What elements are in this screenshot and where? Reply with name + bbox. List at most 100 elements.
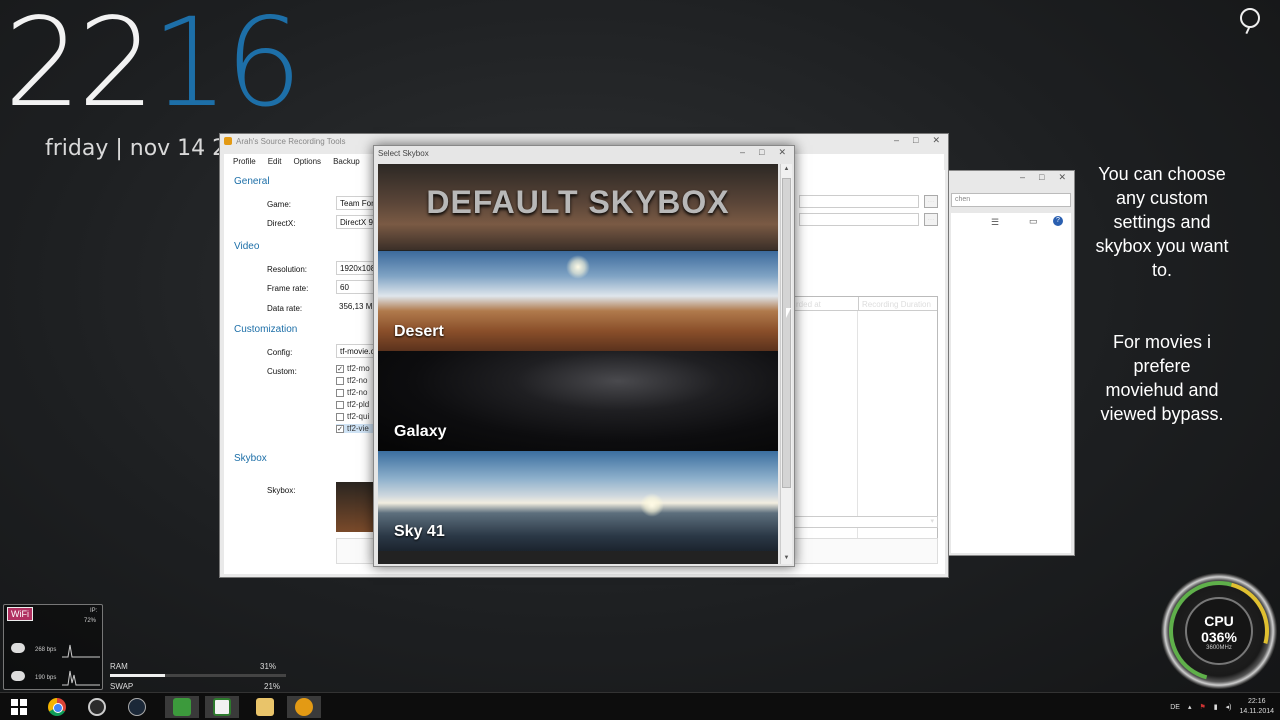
custom-item[interactable]: tf2-pld — [336, 400, 376, 409]
maximize-icon[interactable]: □ — [759, 147, 764, 158]
clock-hours: 22 — [4, 0, 155, 134]
browse-button[interactable]: ... — [924, 195, 938, 208]
resolution-select[interactable]: 1920x108 — [336, 261, 376, 275]
custom-item[interactable]: tf2-no — [336, 376, 376, 385]
app-icon — [224, 137, 232, 145]
folder-icon — [256, 698, 274, 716]
volume-icon[interactable]: ◂) — [1226, 703, 1232, 711]
table-header: rded at Recording Duration — [793, 297, 937, 311]
ram-label: RAM — [110, 662, 128, 671]
sun-glow — [640, 493, 664, 517]
framerate-label: Frame rate: — [267, 284, 309, 293]
media-taskbar-button[interactable] — [80, 696, 114, 718]
section-general: General — [234, 176, 270, 187]
col-recording-duration[interactable]: Recording Duration — [859, 297, 933, 310]
recordings-table[interactable]: rded at Recording Duration — [792, 296, 938, 546]
ram-value: 31% — [260, 662, 277, 671]
datarate-value: 356,13 M — [336, 300, 376, 314]
skybox-item-default[interactable]: DEFAULT SKYBOX — [378, 164, 778, 250]
skybox-scrollbar[interactable]: ▲ ▼ — [780, 164, 792, 564]
overlay-text-2: For movies i prefere moviehud and viewed… — [1100, 332, 1224, 424]
maximize-icon[interactable]: □ — [1039, 172, 1044, 183]
menu-edit[interactable]: Edit — [268, 154, 282, 170]
menu-options[interactable]: Options — [293, 154, 321, 170]
col-recorded-at[interactable]: rded at — [793, 297, 859, 310]
wifi-signal: 72% — [84, 618, 97, 624]
custom-item[interactable]: tf2-qui — [336, 412, 376, 421]
scroll-up-icon[interactable]: ▲ — [781, 164, 792, 175]
language-indicator[interactable]: DE — [1170, 704, 1180, 711]
directx-label: DirectX: — [267, 219, 296, 228]
close-icon[interactable]: ✕ — [778, 147, 786, 158]
minimize-icon[interactable]: – — [1020, 172, 1025, 183]
browse-button[interactable]: ... — [924, 213, 938, 226]
directx-select[interactable]: DirectX 9. — [336, 215, 376, 229]
desktop-date: friday | nov 14 2 — [45, 136, 220, 161]
explorer-content: ☰ ▭ ? — [951, 213, 1071, 553]
game-select[interactable]: Team Fort — [336, 196, 376, 210]
checkbox[interactable] — [336, 376, 344, 385]
flag-icon[interactable]: ⚑ — [1199, 703, 1205, 711]
scroll-down-icon[interactable]: ▼ — [781, 553, 792, 564]
minimize-icon[interactable]: – — [894, 135, 899, 146]
windows-icon — [11, 699, 27, 715]
explorer-taskbar-button[interactable] — [248, 696, 282, 718]
sun-glow — [566, 255, 590, 279]
checkbox[interactable]: ✓ — [336, 424, 344, 433]
skybox-dialog-titlebar: Select Skybox – □ ✕ — [374, 146, 794, 164]
power-icon[interactable] — [1240, 8, 1260, 28]
checkbox[interactable] — [336, 412, 344, 421]
config-select[interactable]: tf-movie.c — [336, 344, 376, 358]
explorer-window: – □ ✕ chen ☰ ▭ ? — [948, 170, 1075, 556]
tray-chevron-icon[interactable]: ▴ — [1188, 703, 1192, 711]
tray-date: 14.11.2014 — [1239, 708, 1274, 715]
explorer-titlebar: – □ ✕ — [949, 171, 1074, 189]
ram-bar — [110, 674, 286, 677]
resolution-label: Resolution: — [267, 265, 308, 274]
preview-pane-icon[interactable]: ▭ — [1029, 216, 1038, 227]
close-icon[interactable]: ✕ — [932, 135, 940, 146]
steam-taskbar-button[interactable] — [120, 696, 154, 718]
minimize-icon[interactable]: – — [740, 147, 745, 158]
recording-tools-taskbar-button[interactable] — [287, 696, 321, 718]
custom-item[interactable]: ✓ tf2-vie — [336, 424, 376, 433]
download-rate: 268 bps — [35, 647, 57, 653]
skybox-item-label: Galaxy — [394, 423, 447, 440]
output-path-input[interactable] — [799, 213, 919, 226]
view-options-icon[interactable]: ☰ — [991, 217, 999, 228]
checkbox[interactable]: ✓ — [336, 364, 344, 373]
checkbox[interactable] — [336, 388, 344, 397]
main-window-title: Arah's Source Recording Tools — [236, 137, 346, 146]
cpu-gauge: CPU 036% 3600MHz — [1150, 562, 1280, 700]
download-cloud-icon — [11, 643, 25, 653]
help-icon[interactable]: ? — [1053, 216, 1063, 226]
recordings-dropdown[interactable]: ▾ — [792, 516, 938, 528]
skybox-preview[interactable] — [336, 482, 376, 532]
cpu-frequency: 3600MHz — [1206, 645, 1232, 651]
checkbox[interactable] — [336, 400, 344, 409]
custom-item[interactable]: tf2-no — [336, 388, 376, 397]
taskbar: DE ▴ ⚑ ▮ ◂) 22:16 14.11.2014 — [0, 692, 1280, 720]
camtasia-recorder-taskbar-button[interactable] — [205, 696, 239, 718]
chrome-taskbar-button[interactable] — [40, 696, 74, 718]
upload-cloud-icon — [11, 671, 25, 681]
network-icon[interactable]: ▮ — [1214, 703, 1218, 711]
skybox-item-label: DEFAULT SKYBOX — [426, 184, 730, 220]
game-path-input[interactable] — [799, 195, 919, 208]
menu-backup[interactable]: Backup — [333, 154, 360, 170]
custom-item[interactable]: ✓ tf2-mo — [336, 364, 376, 373]
skybox-item-galaxy[interactable]: Galaxy — [378, 351, 778, 451]
close-icon[interactable]: ✕ — [1058, 172, 1066, 183]
explorer-search-input[interactable]: chen — [951, 193, 1071, 207]
framerate-input[interactable]: 60 — [336, 280, 376, 294]
tray-clock[interactable]: 22:16 14.11.2014 — [1239, 697, 1274, 717]
skybox-item-desert[interactable]: Desert — [378, 251, 778, 351]
menu-profile[interactable]: Profile — [233, 154, 256, 170]
skybox-item-sky41[interactable]: Sky 41 — [378, 451, 778, 551]
camtasia-taskbar-button[interactable] — [165, 696, 199, 718]
maximize-icon[interactable]: □ — [913, 135, 918, 146]
game-label: Game: — [267, 200, 292, 209]
start-button[interactable] — [2, 696, 36, 718]
skybox-dialog-title: Select Skybox — [378, 149, 429, 158]
scroll-thumb[interactable] — [782, 178, 791, 488]
